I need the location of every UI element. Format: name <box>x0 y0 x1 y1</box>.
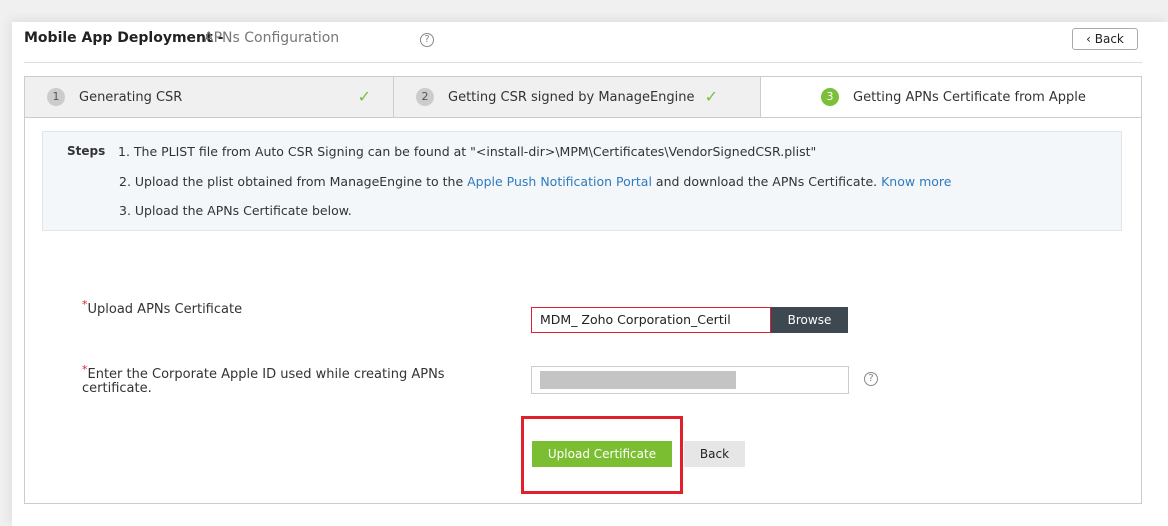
back-button[interactable]: Back <box>684 441 745 467</box>
tab-label: Getting CSR signed by ManageEngine <box>448 89 695 105</box>
browse-button[interactable]: Browse <box>771 307 848 333</box>
tab-csr-signed[interactable]: 2 Getting CSR signed by ManageEngine ✓ <box>394 77 761 117</box>
check-icon: ✓ <box>704 87 718 106</box>
tab-label: Generating CSR <box>79 89 183 105</box>
back-button-top[interactable]: ‹ Back <box>1072 28 1138 50</box>
tab-label: Getting APNs Certificate from Apple <box>853 89 1086 105</box>
step-line-2: 2. Upload the plist obtained from Manage… <box>119 174 951 189</box>
tab-generating-csr[interactable]: 1 Generating CSR ✓ <box>25 77 394 117</box>
help-icon[interactable]: ? <box>864 372 878 386</box>
step-line-2-text: 2. Upload the plist obtained from Manage… <box>119 174 468 189</box>
wizard-tabs: 1 Generating CSR ✓ 2 Getting CSR signed … <box>24 76 1142 118</box>
upload-certificate-button[interactable]: Upload Certificate <box>532 441 672 467</box>
step-number-2: 2 <box>416 88 434 106</box>
required-mark: * <box>82 363 88 376</box>
upload-certificate-label: *Upload APNs Certificate <box>82 298 243 317</box>
step-number-3: 3 <box>821 88 839 106</box>
certificate-file-input[interactable]: MDM_ Zoho Corporation_Certil <box>531 307 771 333</box>
required-mark: * <box>82 298 88 311</box>
apple-id-label: *Enter the Corporate Apple ID used while… <box>82 363 502 396</box>
apple-id-label-text: Enter the Corporate Apple ID used while … <box>82 367 445 396</box>
page-title: Mobile App Deployment - <box>24 30 224 46</box>
redacted-value <box>540 371 736 389</box>
header-divider <box>24 62 1142 63</box>
page-header: Mobile App Deployment - APNs Configurati… <box>24 28 1142 58</box>
tab-apns-certificate[interactable]: 3 Getting APNs Certificate from Apple <box>761 77 1141 117</box>
steps-box: Steps 1. The PLIST file from Auto CSR Si… <box>42 131 1122 231</box>
page-subtitle: APNs Configuration <box>204 30 340 46</box>
step-number-1: 1 <box>47 88 65 106</box>
upload-certificate-label-text: Upload APNs Certificate <box>87 302 243 317</box>
apple-id-input[interactable] <box>531 366 849 394</box>
step-line-2-text-mid: and download the APNs Certificate. <box>651 174 882 189</box>
know-more-link[interactable]: Know more <box>881 174 951 189</box>
steps-label: Steps <box>67 144 106 158</box>
help-icon[interactable]: ? <box>420 33 434 47</box>
step-line-3: 3. Upload the APNs Certificate below. <box>119 203 352 218</box>
step-line-1: 1. The PLIST file from Auto CSR Signing … <box>118 144 817 159</box>
check-icon: ✓ <box>357 87 371 106</box>
apple-push-portal-link[interactable]: Apple Push Notification Portal <box>467 174 652 189</box>
